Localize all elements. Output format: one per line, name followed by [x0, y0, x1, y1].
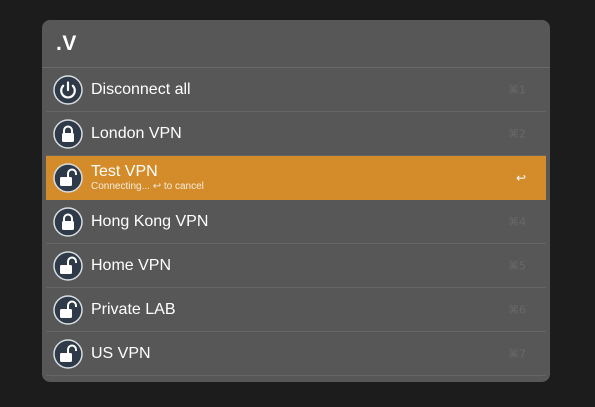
search-query[interactable]: .V	[42, 20, 550, 68]
result-title: Test VPN	[91, 163, 158, 180]
result-title: Disconnect all	[91, 81, 191, 98]
result-title: US VPN	[91, 345, 151, 362]
result-private-lab[interactable]: Private LAB ⌘6	[46, 288, 546, 332]
result-hong-kong-vpn[interactable]: Hong Kong VPN ⌘4	[46, 200, 546, 244]
launcher-panel: .V Disconnect all ⌘1 London VPN ⌘2 Test …	[42, 20, 550, 382]
shortcut-hint: ⌘5	[508, 259, 526, 272]
result-subtitle: Connecting... ↩ to cancel	[91, 181, 204, 192]
shortcut-hint: ⌘2	[508, 127, 526, 140]
shortcut-hint: ⌘4	[508, 215, 526, 228]
lock-open-icon	[53, 294, 83, 325]
lock-closed-icon	[53, 118, 83, 149]
result-disconnect-all[interactable]: Disconnect all ⌘1	[46, 68, 546, 112]
result-title: Hong Kong VPN	[91, 213, 209, 230]
shortcut-hint: ⌘7	[508, 347, 526, 360]
result-us-vpn[interactable]: US VPN ⌘7	[46, 332, 546, 376]
result-title: London VPN	[91, 125, 182, 142]
result-title: Private LAB	[91, 301, 176, 318]
shortcut-hint: ⌘1	[508, 83, 526, 96]
lock-open-icon	[53, 250, 83, 281]
lock-open-icon	[53, 162, 83, 193]
result-london-vpn[interactable]: London VPN ⌘2	[46, 112, 546, 156]
return-key-hint: ↩	[515, 170, 526, 185]
shortcut-hint: ⌘6	[508, 303, 526, 316]
lock-closed-icon	[53, 206, 83, 237]
result-test-vpn[interactable]: Test VPN Connecting... ↩ to cancel ↩	[46, 156, 546, 200]
lock-open-icon	[53, 338, 83, 369]
result-home-vpn[interactable]: Home VPN ⌘5	[46, 244, 546, 288]
result-title: Home VPN	[91, 257, 172, 274]
result-list: Disconnect all ⌘1 London VPN ⌘2 Test VPN	[46, 68, 546, 376]
power-icon	[53, 74, 83, 105]
